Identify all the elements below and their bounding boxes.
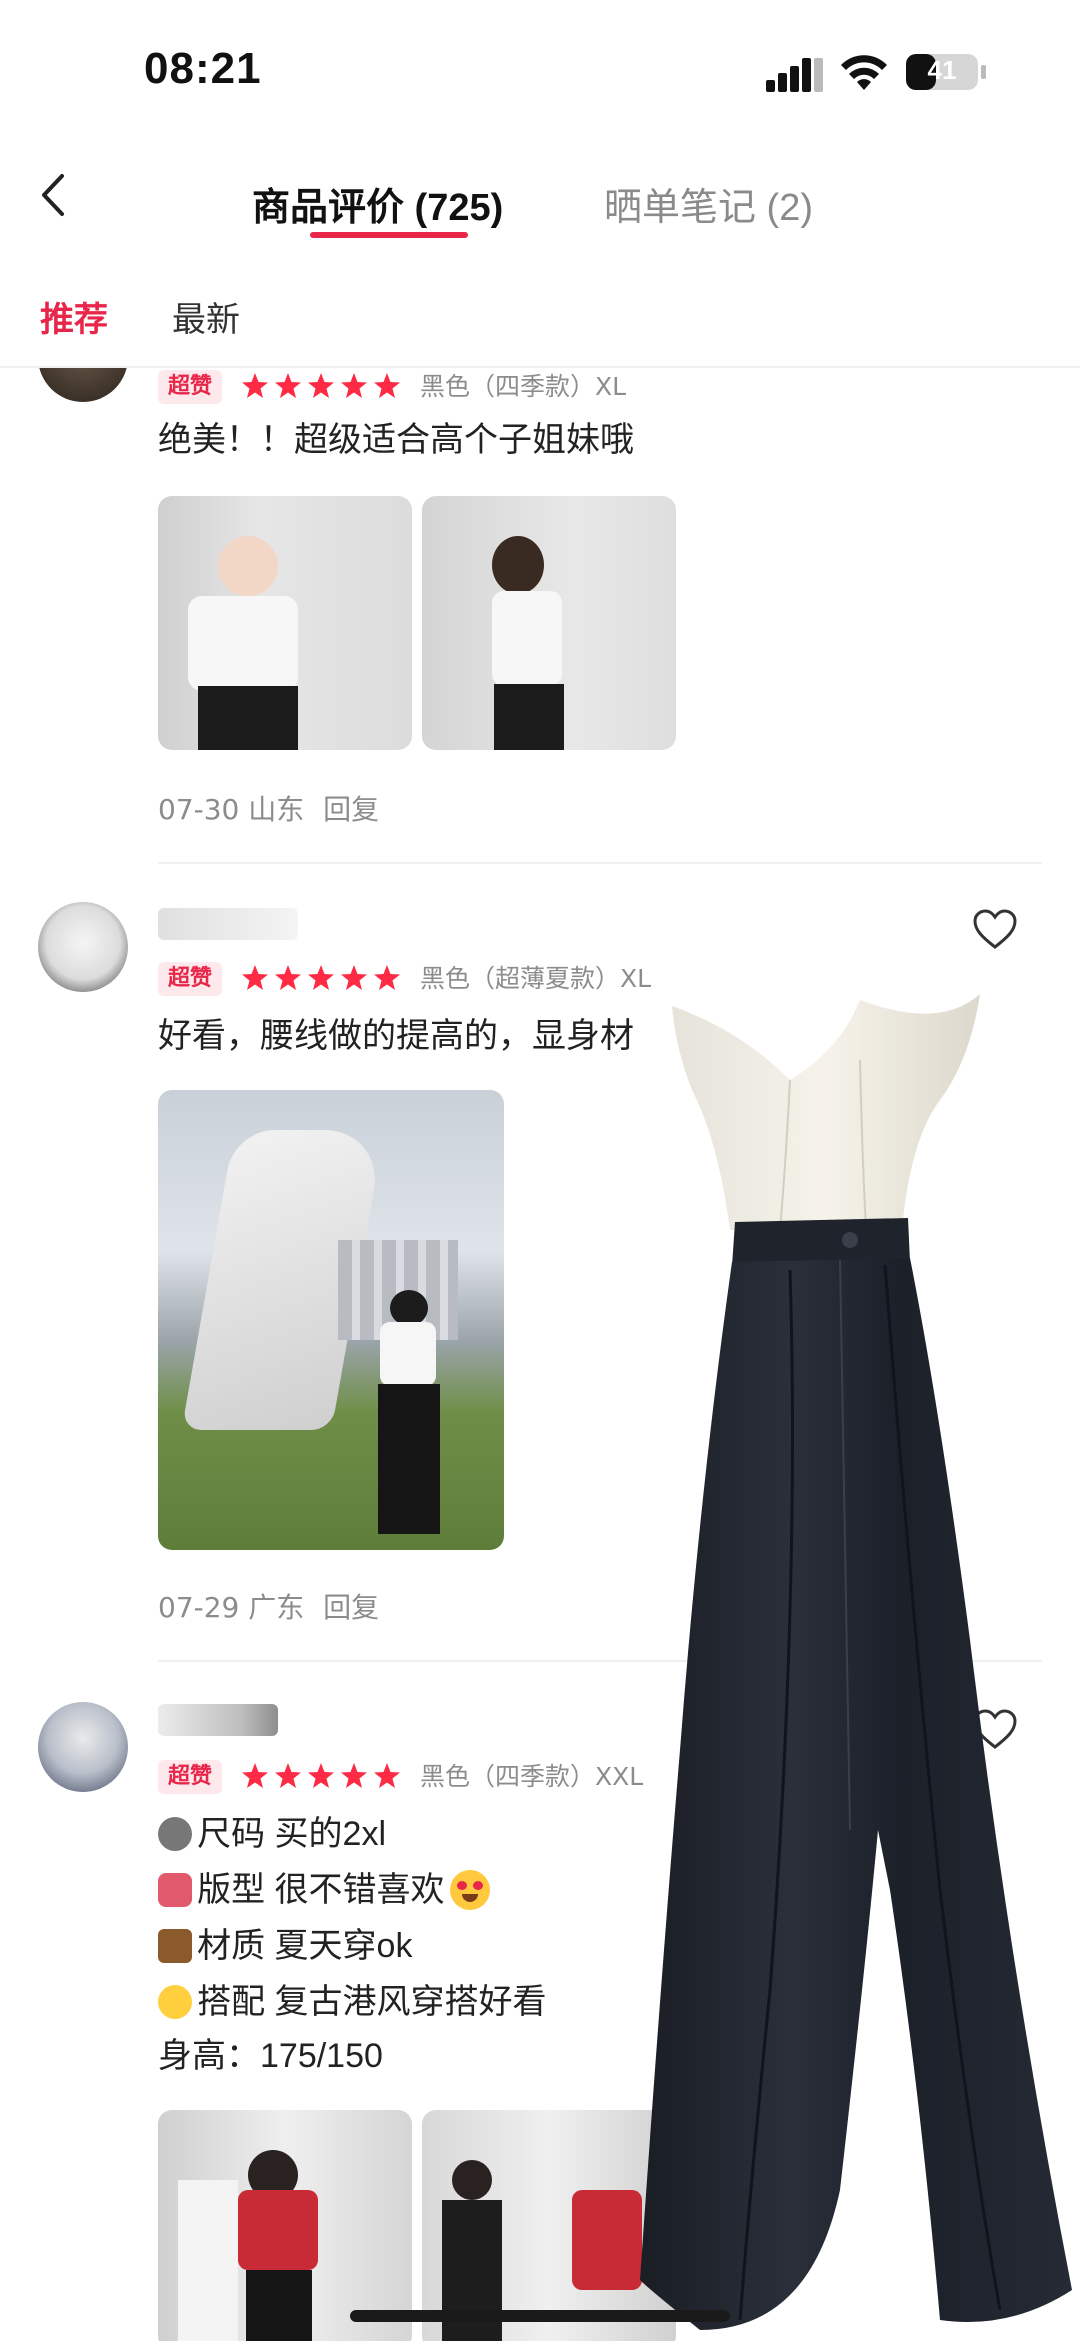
review-photo[interactable] xyxy=(422,2110,676,2341)
fabric-icon xyxy=(158,1929,192,1963)
star-rating xyxy=(242,1763,400,1788)
username-blurred xyxy=(158,908,298,940)
sort-recommended[interactable]: 推荐 xyxy=(40,292,108,341)
heart-eyes-emoji-icon xyxy=(449,1870,490,1910)
review-text: 好看，腰线做的提高的，显身材 xyxy=(158,1017,634,1055)
star-rating xyxy=(242,373,400,398)
rating-badge: 超赞 xyxy=(158,370,223,404)
signal-icon xyxy=(766,58,823,92)
review-line: 版型 很不错喜欢 xyxy=(158,1868,490,1912)
tab-show-notes[interactable]: 晒单笔记 (2) xyxy=(604,176,813,231)
review-meta: 07-29 广东 回复 xyxy=(158,1586,379,1626)
status-time: 08:21 xyxy=(144,44,262,93)
date-location: 07-30 山东 xyxy=(158,793,305,826)
status-bar: 08:21 41 xyxy=(0,0,1080,140)
avatar[interactable] xyxy=(38,902,128,992)
star-icon xyxy=(242,965,400,990)
rating-badge: 超赞 xyxy=(158,1760,223,1794)
ruler-icon xyxy=(158,1817,192,1851)
product-spec: 黑色（四季款）XXL xyxy=(420,1762,644,1791)
sort-latest[interactable]: 最新 xyxy=(172,292,240,341)
reply-link[interactable]: 回复 xyxy=(323,1591,379,1624)
review-line: 搭配 复古港风穿搭好看 xyxy=(158,1980,547,2024)
product-spec: 黑色（超薄夏款）XL xyxy=(420,964,652,993)
dress-icon xyxy=(158,1873,192,1907)
review-photo[interactable] xyxy=(422,496,676,750)
heart-icon[interactable] xyxy=(972,908,1018,950)
username-blurred xyxy=(158,1704,278,1736)
product-image-pants[interactable] xyxy=(640,990,1080,2341)
review-photo[interactable] xyxy=(158,1090,504,1550)
review-text: 身高：175/150 xyxy=(158,2037,383,2075)
home-indicator[interactable] xyxy=(350,2310,730,2322)
review-photo[interactable] xyxy=(158,2110,412,2341)
review-line: 尺码 买的2xl xyxy=(158,1812,386,1856)
divider xyxy=(158,862,1042,864)
review-meta: 07-30 山东 回复 xyxy=(158,788,379,828)
active-tab-indicator xyxy=(310,232,468,238)
star-rating xyxy=(242,965,400,990)
date-location: 07-29 广东 xyxy=(158,1591,305,1624)
back-arrow-icon[interactable] xyxy=(36,170,70,220)
product-spec: 黑色（四季款）XL xyxy=(420,372,627,401)
wifi-icon xyxy=(841,55,887,90)
battery-icon: 41 xyxy=(905,52,987,92)
review-text: 绝美！！超级适合高个子姐妹哦 xyxy=(158,421,634,459)
star-icon xyxy=(242,1763,400,1788)
review-line: 材质 夏天穿ok xyxy=(158,1924,412,1968)
avatar[interactable] xyxy=(38,1702,128,1792)
rating-badge: 超赞 xyxy=(158,962,223,996)
reply-link[interactable]: 回复 xyxy=(323,793,379,826)
tab-product-reviews[interactable]: 商品评价 (725) xyxy=(252,176,503,231)
battery-level: 41 xyxy=(927,55,957,85)
sparkle-icon xyxy=(158,1985,192,2019)
sort-bar xyxy=(0,280,1080,368)
star-icon xyxy=(242,373,400,398)
review-photo[interactable] xyxy=(158,496,412,750)
